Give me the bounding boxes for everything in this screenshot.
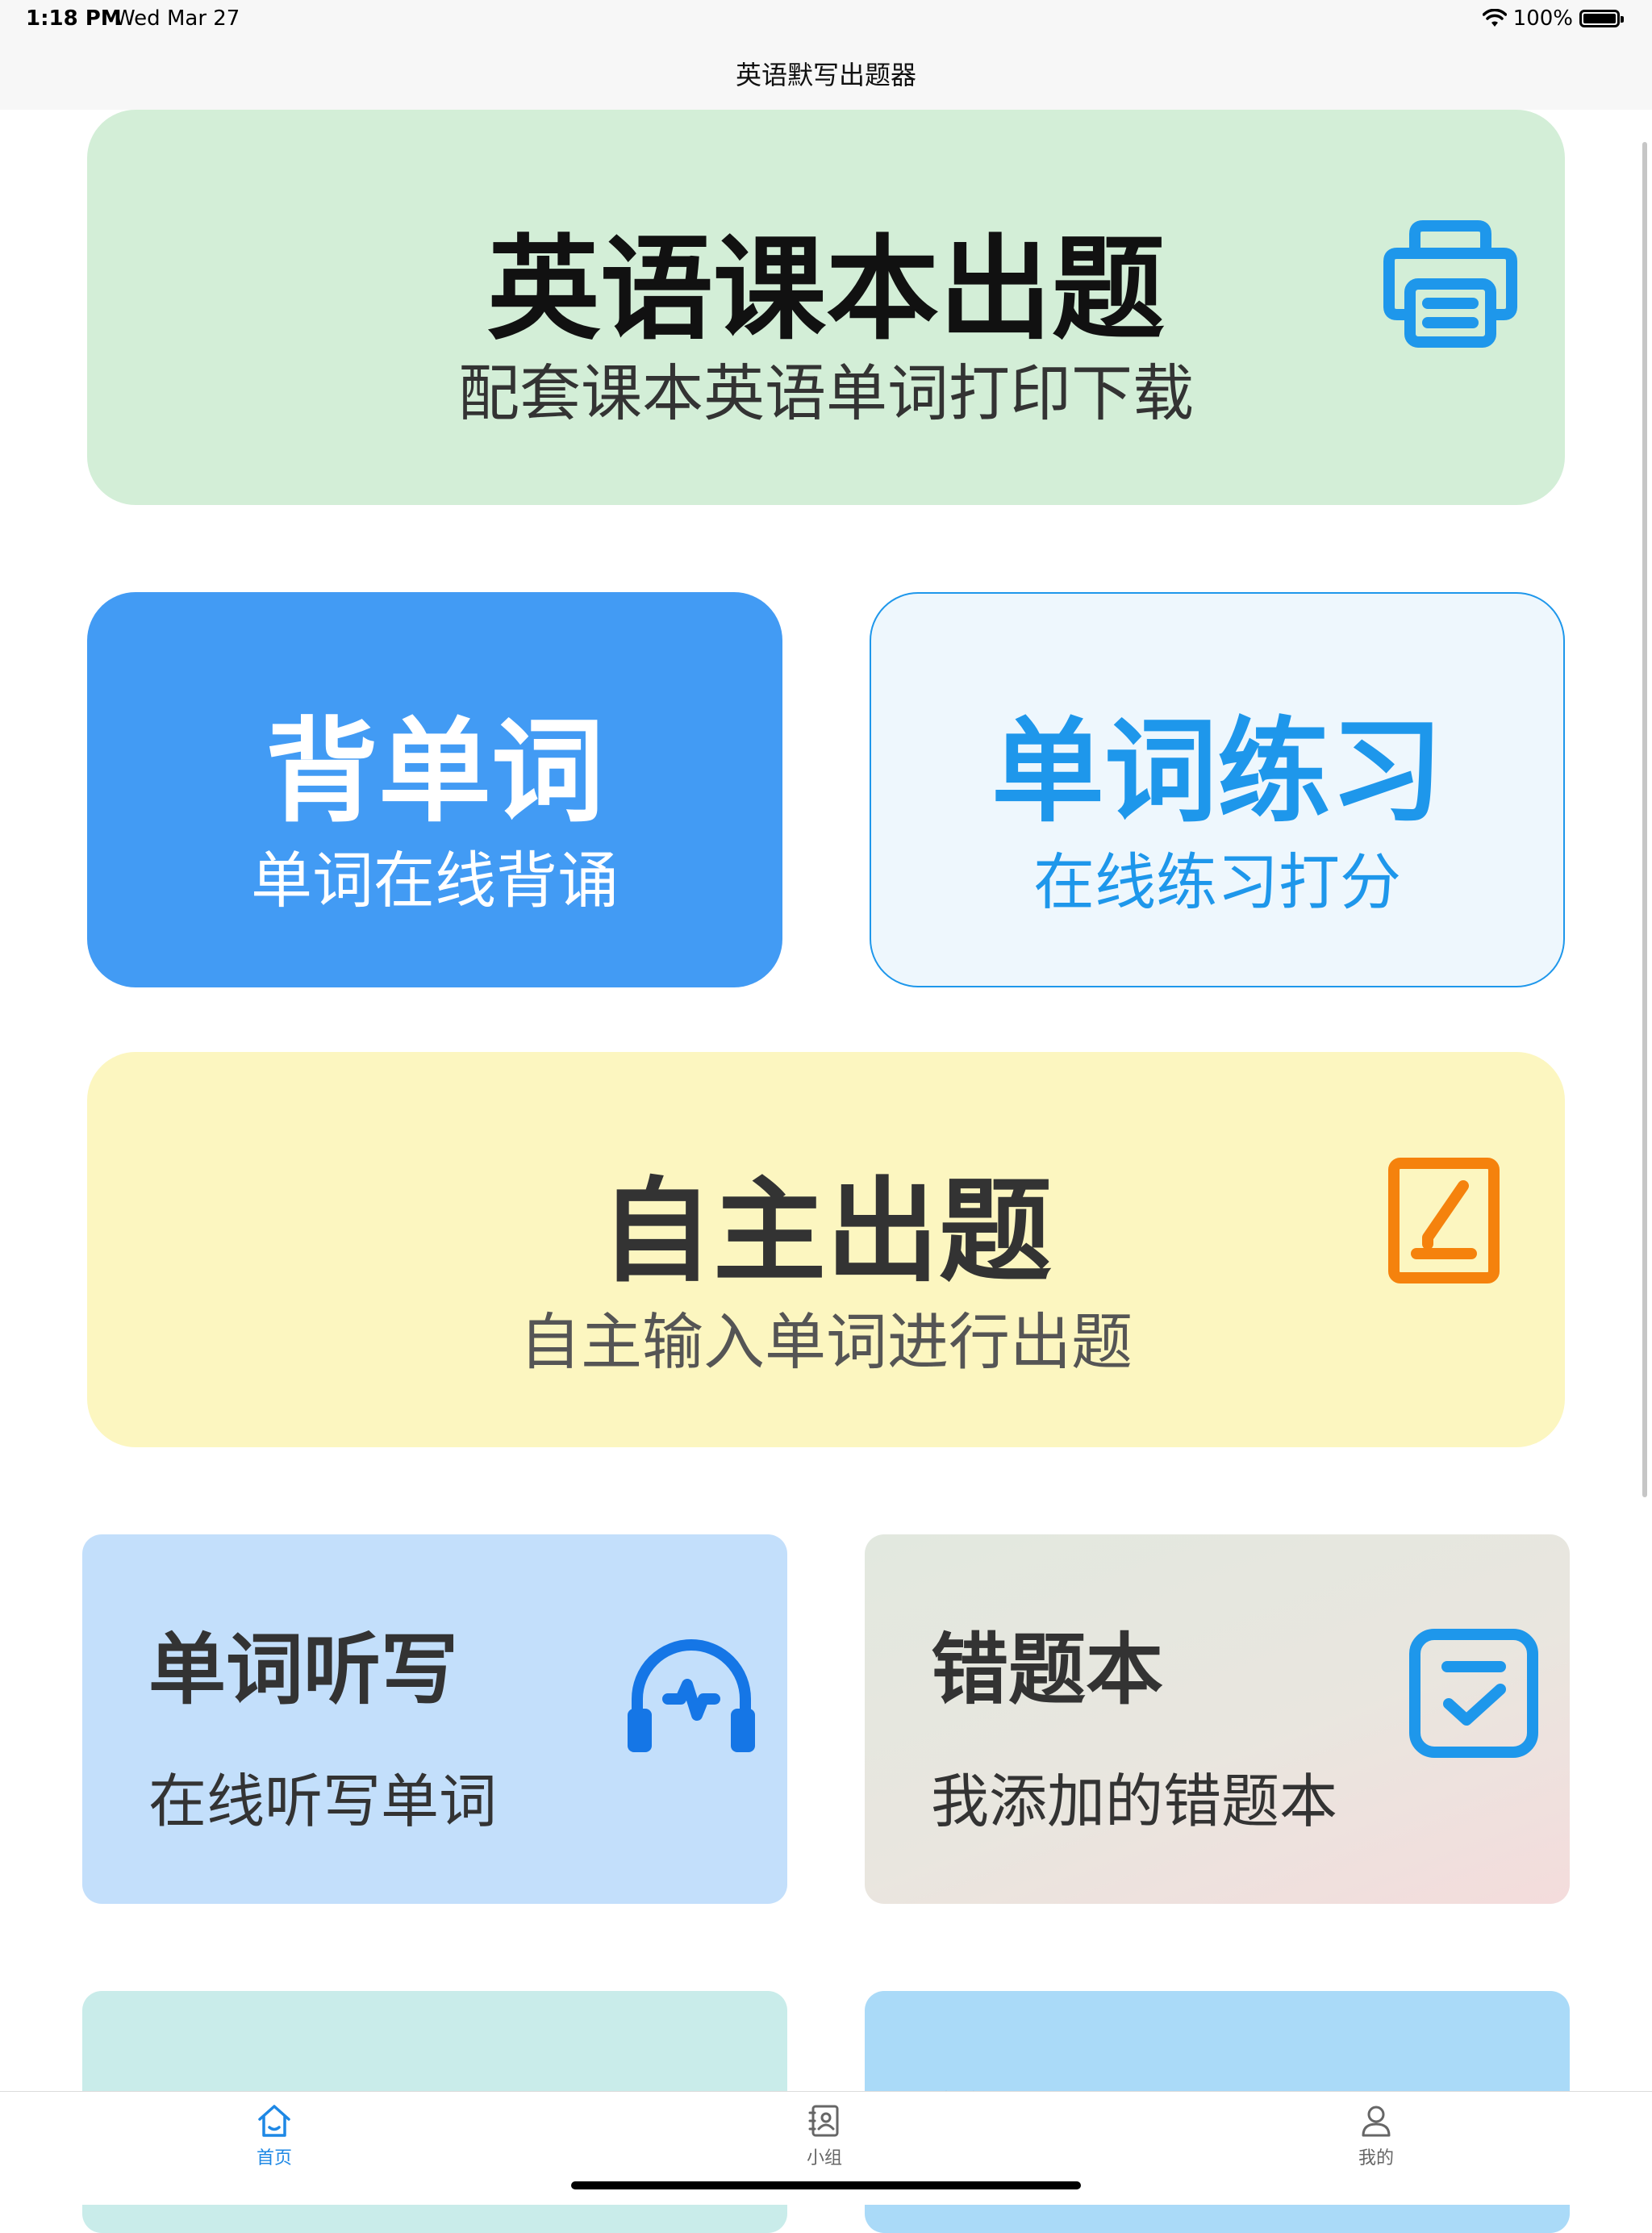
dictation-card[interactable]: 单词听写 在线听写单词 [82,1534,787,1904]
headphone-icon [628,1639,755,1752]
tab-label: 首页 [256,2148,292,2168]
tab-home[interactable]: 首页 [218,2102,331,2169]
card-subtitle: 配套课本英语单词打印下载 [458,357,1194,429]
scroll-indicator[interactable] [1642,142,1647,1497]
tab-group[interactable]: 小组 [768,2102,881,2169]
wifi-icon [1482,9,1507,27]
card-title: 单词练习 [991,707,1443,838]
custom-questions-card[interactable]: 自主出题 自主输入单词进行出题 [87,1052,1565,1447]
card-title: 自主出题 [599,1167,1052,1298]
card-subtitle: 我添加的错题本 [931,1768,1338,1835]
battery-icon [1579,10,1624,27]
word-practice-card[interactable]: 单词练习 在线练习打分 [870,592,1565,987]
home-icon [258,2105,290,2137]
home-indicator[interactable] [571,2181,1081,2189]
card-title: 背单词 [265,707,604,838]
tab-mine[interactable]: 我的 [1320,2102,1433,2169]
card-title: 错题本 [931,1625,1163,1715]
navigation-bar: 英语默写出题器 [0,39,1652,110]
page-title: 英语默写出题器 [735,60,916,90]
card-subtitle: 自主输入单词进行出题 [519,1306,1133,1378]
status-indicators: 100% [1482,6,1624,31]
contacts-icon [808,2105,839,2137]
card-subtitle: 在线听写单词 [148,1768,498,1835]
tab-label: 小组 [806,2148,842,2168]
status-time: 1:18 PM [26,6,122,31]
check-square-icon [1409,1629,1538,1758]
card-title: 英语课本出题 [486,224,1165,356]
status-date: Wed Mar 27 [115,6,240,31]
tab-label: 我的 [1358,2148,1394,2168]
person-icon [1362,2106,1391,2137]
wrong-answer-book-card[interactable]: 错题本 我添加的错题本 [865,1534,1570,1904]
card-subtitle: 在线练习打分 [1033,846,1401,918]
card-title: 单词听写 [148,1625,458,1715]
printer-icon [1383,220,1517,348]
status-bar: 1:18 PM Wed Mar 27 100% [0,0,1652,39]
card-subtitle: 单词在线背诵 [251,845,619,916]
recite-words-card[interactable]: 背单词 单词在线背诵 [87,592,782,987]
edit-note-icon [1388,1158,1500,1283]
battery-percent: 100% [1512,6,1573,31]
textbook-print-card[interactable]: 英语课本出题 配套课本英语单词打印下载 [87,110,1565,505]
